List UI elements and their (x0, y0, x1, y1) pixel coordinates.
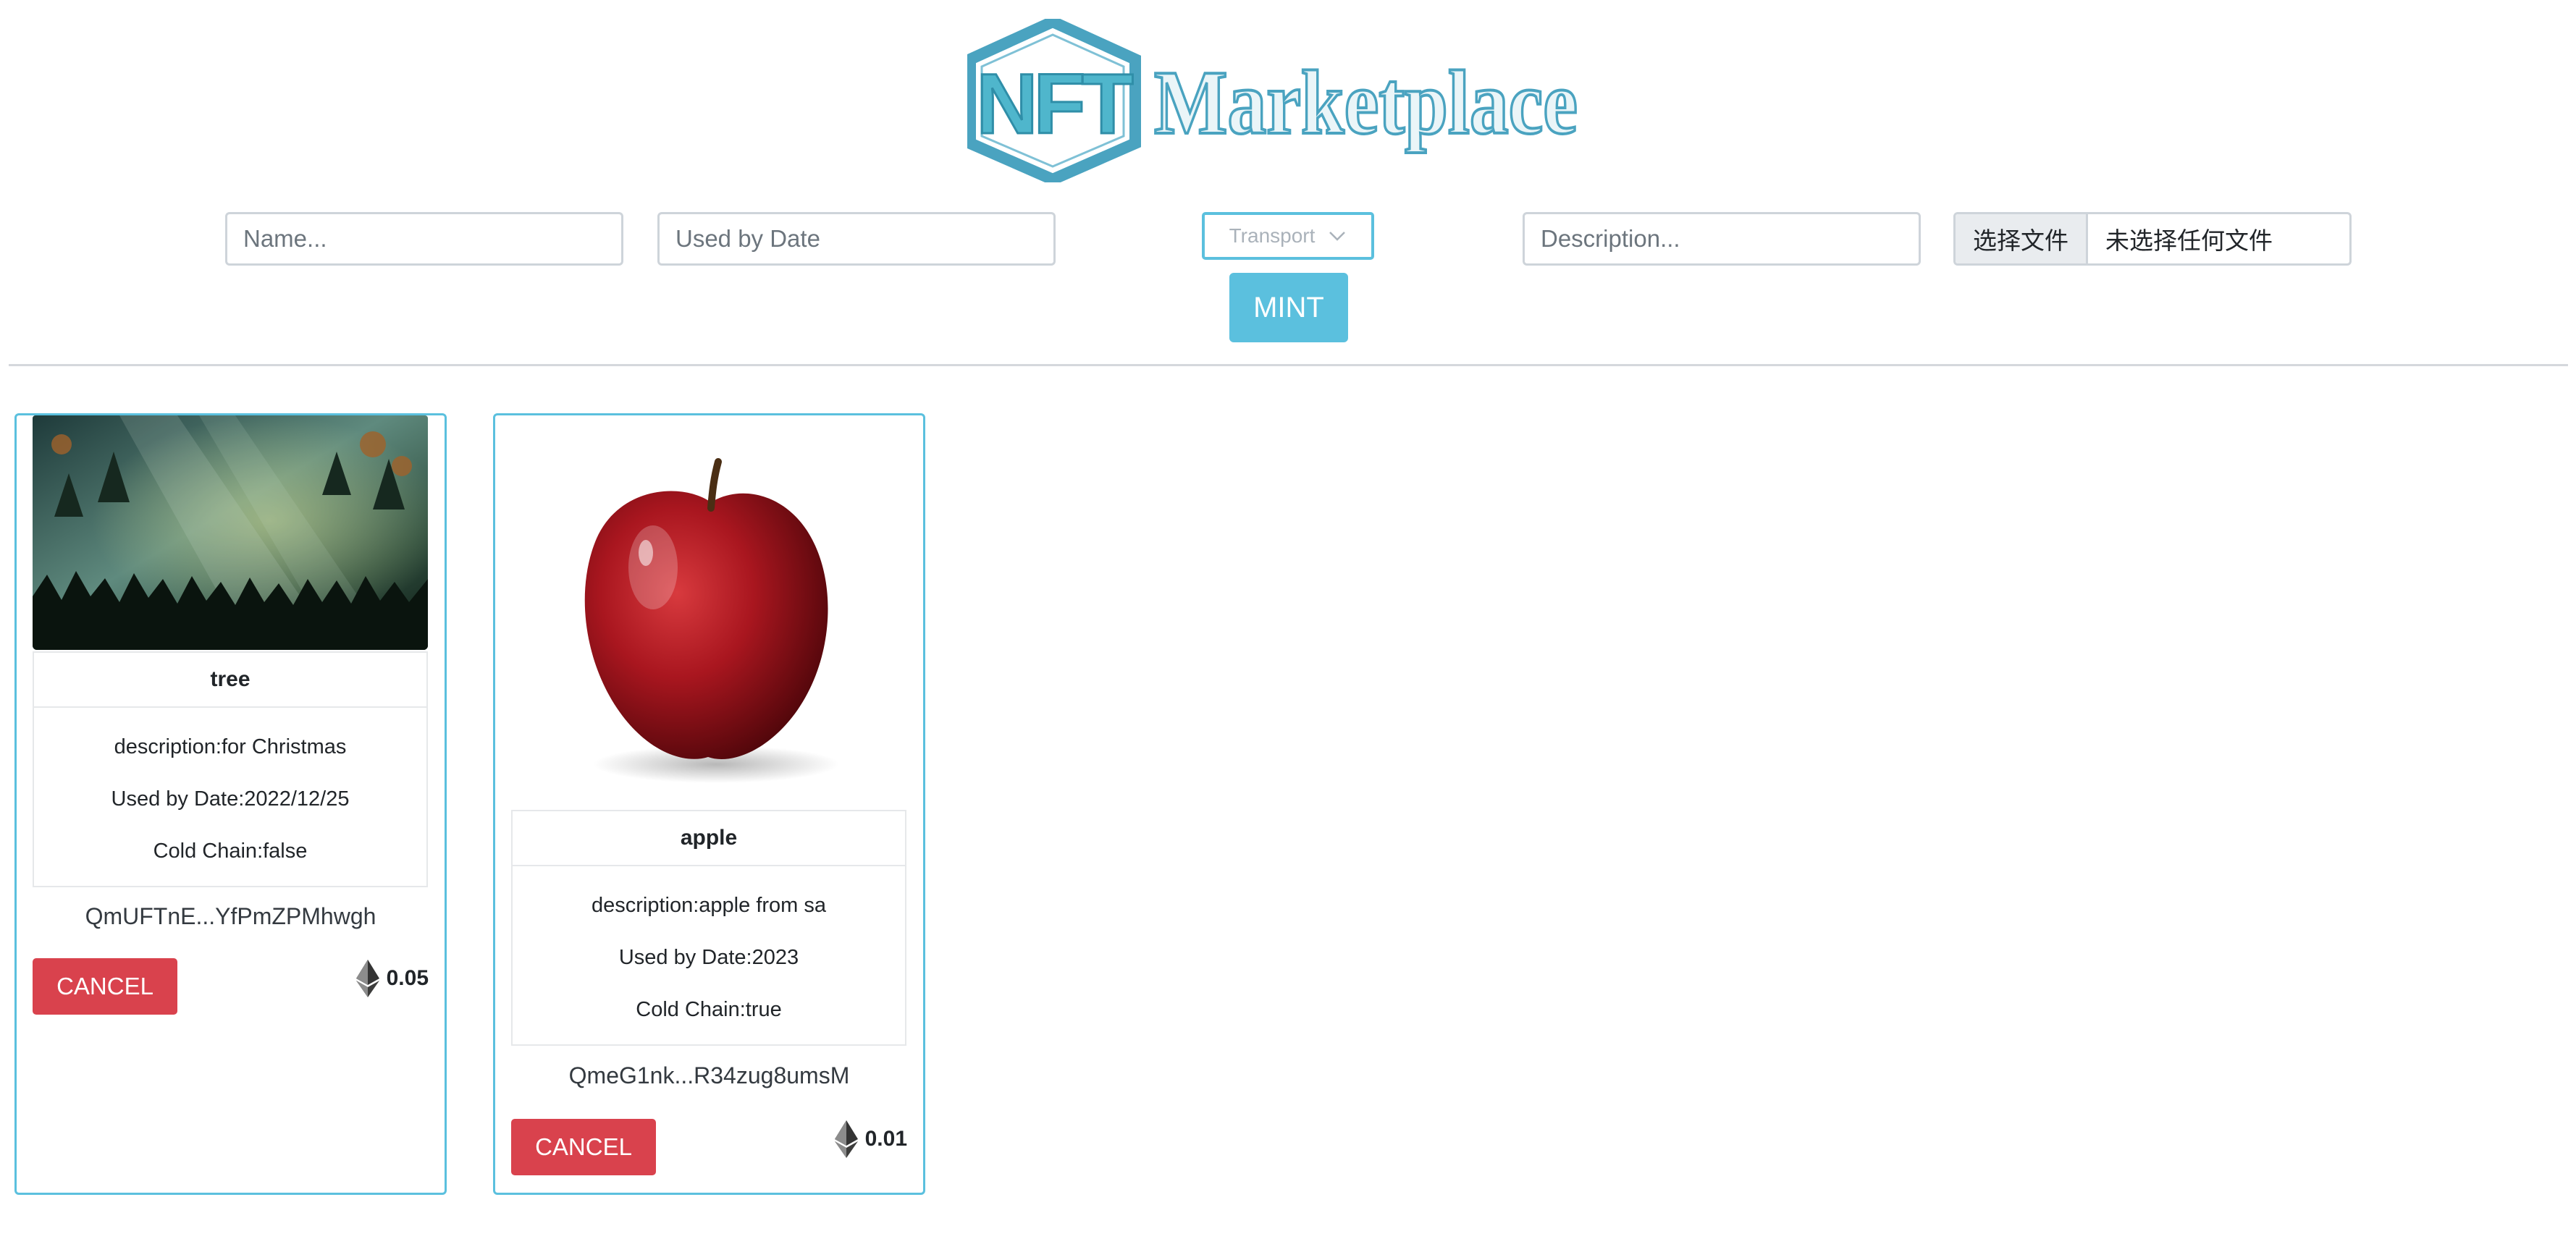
card-body: tree description:for Christmas Used by D… (33, 651, 428, 887)
logo-mark-text: NFT (976, 56, 1132, 152)
chevron-down-icon (1329, 232, 1346, 241)
mint-button[interactable]: MINT (1229, 273, 1348, 342)
card-cold-chain: Cold Chain:true (636, 997, 782, 1021)
name-input[interactable] (225, 212, 623, 266)
used-by-date-input[interactable] (657, 212, 1056, 266)
cancel-button[interactable]: CANCEL (511, 1119, 656, 1175)
cancel-button[interactable]: CANCEL (33, 958, 177, 1015)
description-input[interactable] (1523, 212, 1921, 266)
file-picker[interactable]: 选择文件 未选择任何文件 (1953, 212, 2352, 266)
card-title: apple (513, 811, 905, 866)
file-status-text: 未选择任何文件 (2105, 227, 2273, 254)
card-description: description:for Christmas (114, 735, 347, 758)
card-title: tree (34, 653, 426, 708)
transport-select[interactable]: Transport (1202, 212, 1374, 260)
card-ipfs-hash: QmeG1nk...R34zug8umsM (568, 1062, 850, 1088)
card-ipfs-hash: QmUFTnE...YfPmZPMhwgh (85, 903, 376, 929)
logo-wordmark: Marketplace (1154, 53, 1578, 153)
red-apple-image (511, 430, 906, 806)
card-cold-chain: Cold Chain:false (153, 839, 308, 863)
nft-marketplace-logo: NFT Marketplace (967, 19, 1579, 182)
card-used-by-date: Used by Date:2022/12/25 (111, 787, 350, 811)
card-price-value: 0.05 (386, 966, 429, 990)
card-price: 0.01 (834, 1120, 907, 1158)
nft-card: apple description:apple from sa Used by … (493, 413, 925, 1195)
card-details: description:for Christmas Used by Date:2… (34, 708, 426, 886)
card-details: description:apple from sa Used by Date:2… (513, 866, 905, 1044)
card-body: apple description:apple from sa Used by … (511, 810, 906, 1046)
misty-forest-image (33, 415, 428, 650)
transport-select-value: Transport (1229, 224, 1316, 247)
card-description: description:apple from sa (592, 893, 826, 917)
card-used-by-date: Used by Date:2023 (618, 945, 799, 969)
ethereum-icon (355, 960, 379, 997)
nft-card: tree description:for Christmas Used by D… (14, 413, 447, 1195)
choose-file-button[interactable]: 选择文件 (1956, 214, 2088, 263)
ethereum-icon (834, 1120, 858, 1158)
card-price: 0.05 (355, 960, 429, 997)
section-divider (9, 364, 2568, 366)
card-price-value: 0.01 (864, 1127, 907, 1151)
